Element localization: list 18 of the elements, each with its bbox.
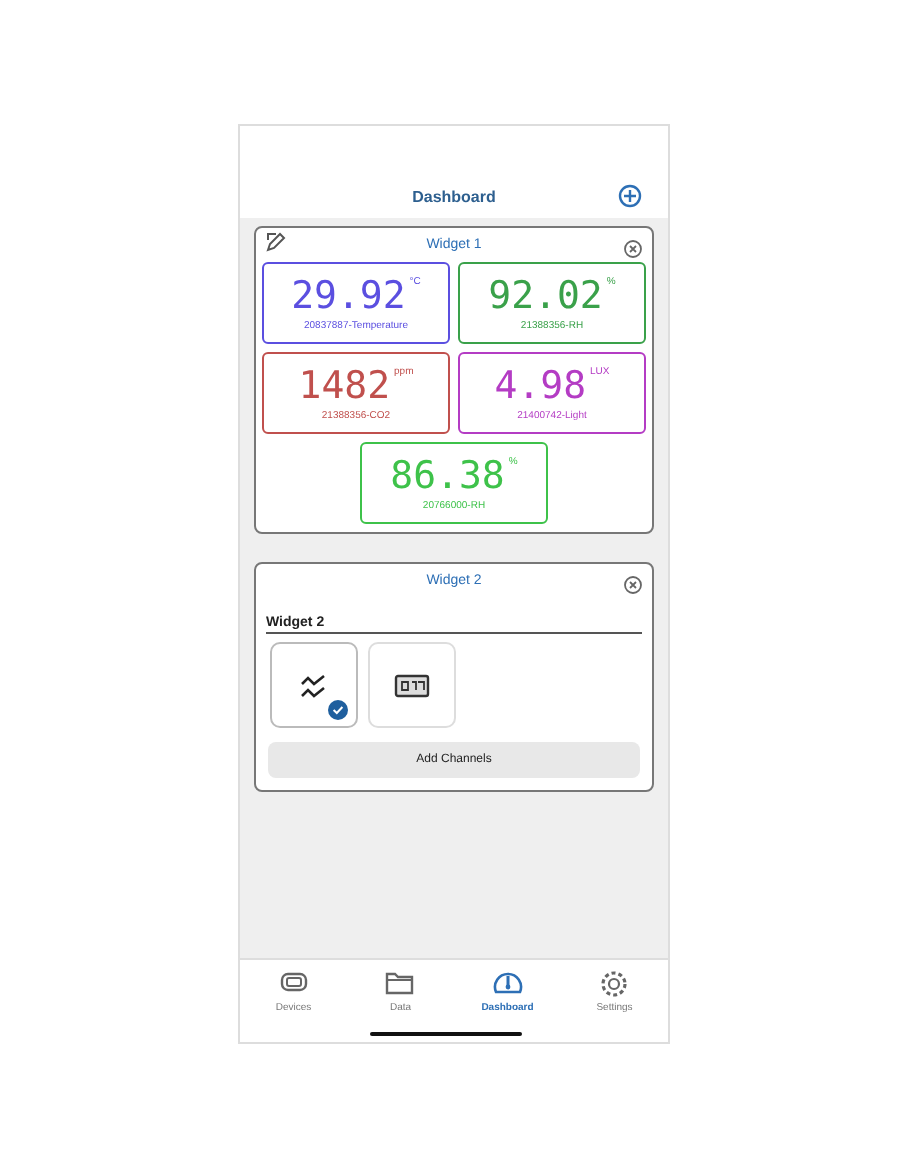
reading-value: 92.02 (488, 275, 603, 315)
edit-icon[interactable] (266, 232, 286, 252)
display-icon (394, 673, 430, 697)
close-icon[interactable] (624, 240, 642, 258)
type-option[interactable] (270, 642, 358, 728)
close-icon[interactable] (624, 576, 642, 594)
line-chart-icon (300, 671, 328, 699)
reading-value: 86.38 (390, 455, 505, 495)
add-icon[interactable] (618, 184, 642, 208)
check-icon (328, 700, 348, 720)
folder-icon (384, 968, 417, 998)
settings-icon (598, 968, 631, 998)
reading-value: 29.92 (291, 275, 406, 315)
reading-value: 1482 (298, 365, 391, 405)
type-option[interactable] (368, 642, 456, 728)
gauge-icon (491, 968, 524, 998)
reading-value: 4.98 (494, 365, 587, 405)
screen-title: Dashboard (412, 188, 496, 206)
